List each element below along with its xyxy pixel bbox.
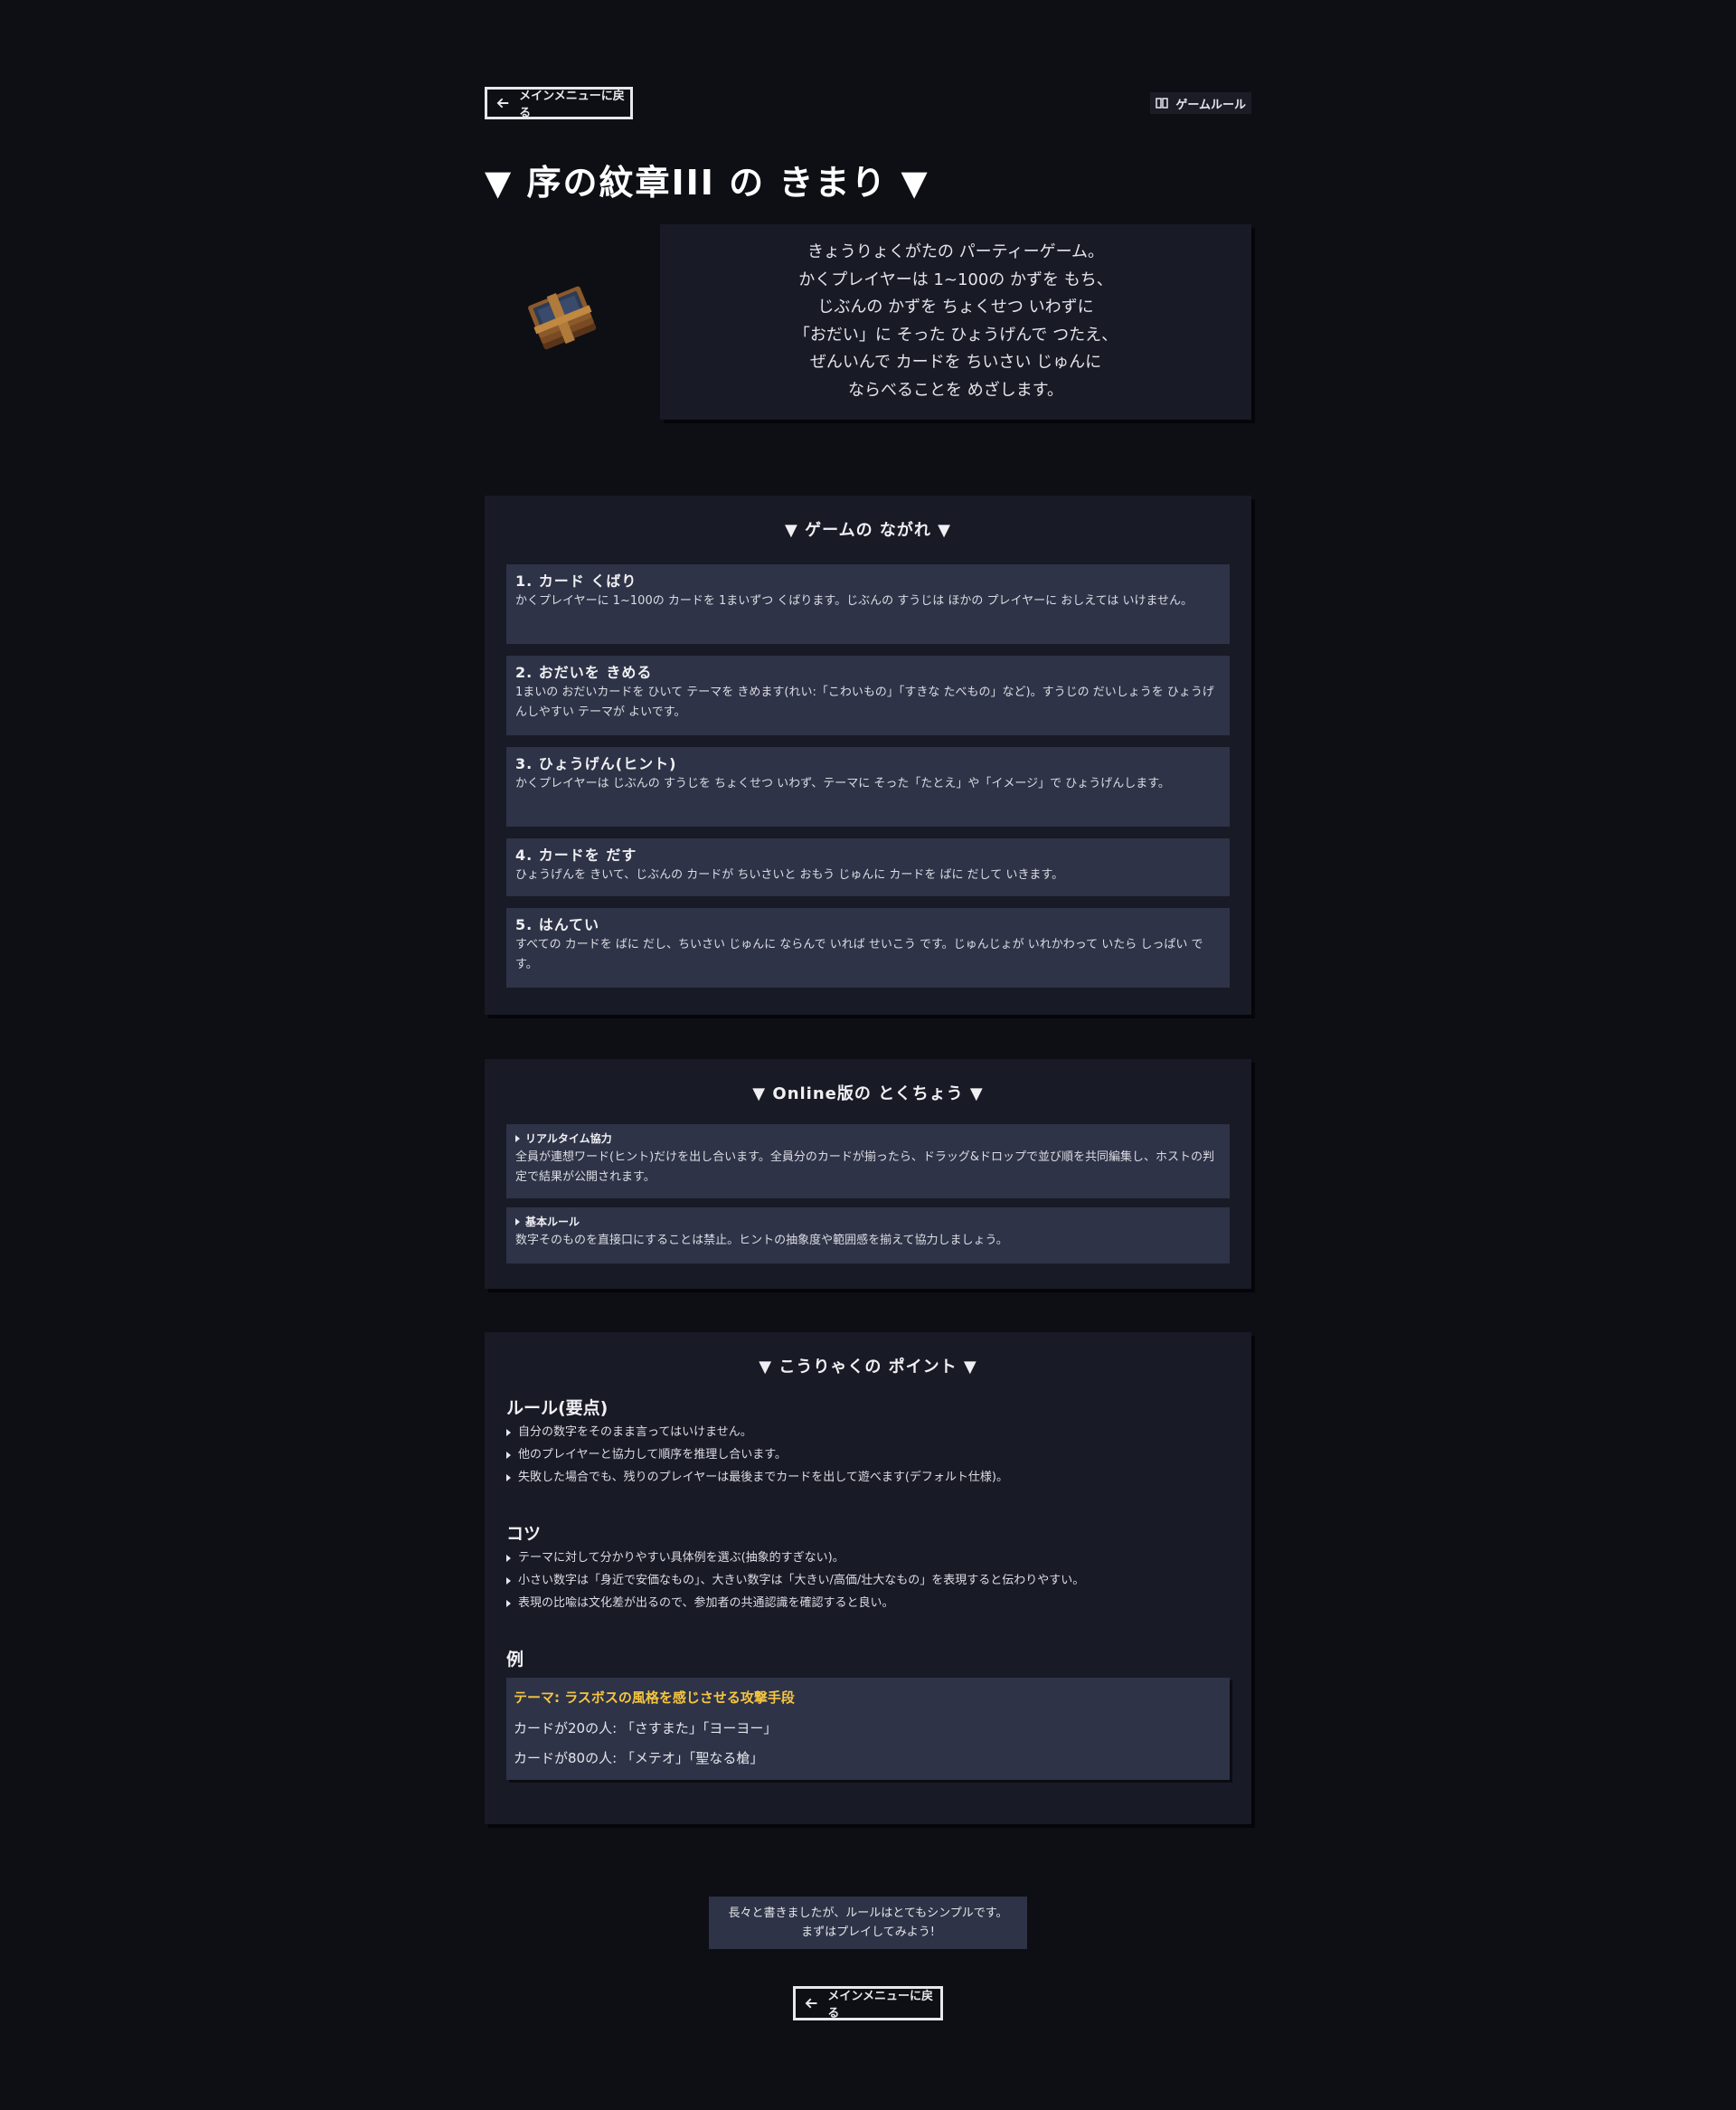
page-title: ▼ 序の紋章III の きまり ▼ xyxy=(485,163,929,203)
back-to-menu-label: メインメニューに戻る xyxy=(519,90,625,120)
game-rules-label: ゲームルール xyxy=(1175,98,1246,112)
back-to-menu-button-bottom[interactable]: メインメニューに戻る xyxy=(793,1986,943,2020)
step-card: 3. ひょうげん(ヒント) かくプレイヤーは じぶんの すうじを ちょくせつ い… xyxy=(506,747,1230,827)
feature-card: リアルタイム協力 全員が連想ワード(ヒント)だけを出し合います。全員分のカードが… xyxy=(506,1124,1230,1198)
top-bar: メインメニューに戻る ゲームルール xyxy=(485,87,1251,123)
intro-description: きょうりょくがたの パーティーゲーム。 かくプレイヤーは 1~100の かずを … xyxy=(660,224,1251,420)
step-title: 5. はんてい xyxy=(515,916,599,933)
back-to-menu-button[interactable]: メインメニューに戻る xyxy=(485,87,633,120)
step-card: 2. おだいを きめる 1まいの おだいカードを ひいて テーマを きめます(れ… xyxy=(506,656,1230,735)
bullet-icon xyxy=(506,1554,511,1562)
example-heading: 例 xyxy=(506,1650,524,1670)
step-card: 4. カードを だす ひょうげんを きいて、じぶんの カードが ちいさいと おも… xyxy=(506,838,1230,896)
example-line: カードが80の人: 「メテオ」「聖なる槍」 xyxy=(514,1750,764,1766)
page-content: メインメニューに戻る ゲームルール ▼ 序の紋章III の きまり ▼ きょうり… xyxy=(485,87,1251,420)
section-title: ▼ こうりゃくの ポイント ▼ xyxy=(759,1358,977,1377)
triangle-icon xyxy=(515,1135,520,1142)
step-desc: かくプレイヤーに 1~100の カードを 1まいずつ くばります。じぶんの すう… xyxy=(515,594,1194,608)
triangle-icon xyxy=(515,1218,520,1225)
step-title: 1. カード くばり xyxy=(515,572,637,590)
list-item: 失敗した場合でも、残りのプレイヤーは最後までカードを出して遊べます(デフォルト仕… xyxy=(506,1466,1230,1489)
list-item-text: 小さい数字は「身近で安価なもの」、大きい数字は「大きい/高価/壮大なもの」を表現… xyxy=(518,1574,1085,1587)
feature-desc: 数字そのものを直接口にすることは禁止。ヒントの抽象度や範囲感を揃えて協力しましょ… xyxy=(515,1234,1008,1247)
feature-title: 基本ルール xyxy=(515,1213,1221,1231)
intro-line: じぶんの かずを ちょくせつ いわずに xyxy=(817,298,1094,317)
feature-desc: 全員が連想ワード(ヒント)だけを出し合います。全員分のカードが揃ったら、ドラッグ… xyxy=(515,1150,1214,1184)
bullet-icon xyxy=(506,1428,511,1436)
kotsu-heading: コツ xyxy=(506,1524,542,1544)
step-title: 3. ひょうげん(ヒント) xyxy=(515,755,677,772)
list-item-text: 他のプレイヤーと協力して順序を推理し合います。 xyxy=(518,1448,787,1462)
bullet-icon xyxy=(506,1451,511,1459)
feature-title: リアルタイム協力 xyxy=(515,1130,1221,1148)
bullet-icon xyxy=(506,1473,511,1481)
game-flow-section: ▼ ゲームの ながれ ▼ 1. カード くばり かくプレイヤーに 1~100の … xyxy=(485,496,1251,1015)
step-desc: すべての カードを ばに だし、ちいさい じゅんに ならんで いれば せいこう … xyxy=(515,938,1203,971)
example-theme: テーマ: ラスボスの風格を感じさせる攻撃手段 xyxy=(514,1689,795,1706)
closing-line: まずはプレイしてみよう! xyxy=(801,1925,935,1939)
list-item: 自分の数字をそのまま言ってはいけません。 xyxy=(506,1421,1230,1443)
list-item: テーマに対して分かりやすい具体例を選ぶ(抽象的すぎない)。 xyxy=(506,1547,1230,1569)
intro-line: ならべることを めざします。 xyxy=(848,380,1063,400)
list-item: 表現の比喩は文化差が出るので、参加者の共通認識を確認すると良い。 xyxy=(506,1592,1230,1614)
book-icon xyxy=(1156,98,1169,109)
section-title: ▼ ゲームの ながれ ▼ xyxy=(785,521,951,540)
arrow-left-icon xyxy=(805,1998,817,2009)
intro-section: きょうりょくがたの パーティーゲーム。 かくプレイヤーは 1~100の かずを … xyxy=(485,224,1251,420)
step-card: 1. カード くばり かくプレイヤーに 1~100の カードを 1まいずつ くば… xyxy=(506,564,1230,644)
step-title: 4. カードを だす xyxy=(515,847,637,864)
intro-line: 「おだい」に そった ひょうげんで つたえ、 xyxy=(793,325,1118,345)
tips-section: ▼ こうりゃくの ポイント ▼ ルール(要点) 自分の数字をそのまま言ってはいけ… xyxy=(485,1332,1251,1824)
example-line: カードが20の人: 「さすまた」「ヨーヨー」 xyxy=(514,1719,778,1736)
section-title: ▼ Online版の とくちょう ▼ xyxy=(752,1084,984,1103)
feature-title-text: 基本ルール xyxy=(525,1216,580,1228)
list-item-text: 自分の数字をそのまま言ってはいけません。 xyxy=(518,1425,752,1439)
game-rules-link[interactable]: ゲームルール xyxy=(1150,92,1251,114)
list-item-text: テーマに対して分かりやすい具体例を選ぶ(抽象的すぎない)。 xyxy=(518,1551,844,1565)
feature-card: 基本ルール 数字そのものを直接口にすることは禁止。ヒントの抽象度や範囲感を揃えて… xyxy=(506,1207,1230,1263)
back-to-menu-label: メインメニューに戻る xyxy=(827,1990,933,2020)
step-desc: 1まいの おだいカードを ひいて テーマを きめます(れい:「こわいもの」「すき… xyxy=(515,686,1214,719)
intro-line: ぜんいんで カードを ちいさい じゅんに xyxy=(809,353,1102,372)
card-deck-icon xyxy=(528,286,597,350)
list-item-text: 失敗した場合でも、残りのプレイヤーは最後までカードを出して遊べます(デフォルト仕… xyxy=(518,1471,1008,1484)
intro-line: きょうりょくがたの パーティーゲーム。 xyxy=(807,242,1105,261)
example-box: テーマ: ラスボスの風格を感じさせる攻撃手段 カードが20の人: 「さすまた」「… xyxy=(506,1678,1230,1780)
arrow-left-icon xyxy=(496,98,509,109)
list-item: 他のプレイヤーと協力して順序を推理し合います。 xyxy=(506,1443,1230,1466)
rules-heading: ルール(要点) xyxy=(506,1398,609,1418)
step-title: 2. おだいを きめる xyxy=(515,664,653,681)
closing-line: 長々と書きましたが、ルールはとてもシンプルです。 xyxy=(728,1907,1008,1920)
list-item-text: 表現の比喩は文化差が出るので、参加者の共通認識を確認すると良い。 xyxy=(518,1596,894,1610)
list-item: 小さい数字は「身近で安価なもの」、大きい数字は「大きい/高価/壮大なもの」を表現… xyxy=(506,1569,1230,1592)
online-features-section: ▼ Online版の とくちょう ▼ リアルタイム協力 全員が連想ワード(ヒント… xyxy=(485,1059,1251,1289)
feature-title-text: リアルタイム協力 xyxy=(525,1132,612,1145)
closing-message: 長々と書きましたが、ルールはとてもシンプルです。 まずはプレイしてみよう! xyxy=(709,1897,1027,1949)
step-card: 5. はんてい すべての カードを ばに だし、ちいさい じゅんに ならんで い… xyxy=(506,908,1230,988)
bullet-icon xyxy=(506,1599,511,1607)
intro-line: かくプレイヤーは 1~100の かずを もち、 xyxy=(798,270,1113,289)
step-desc: ひょうげんを きいて、じぶんの カードが ちいさいと おもう じゅんに カードを… xyxy=(515,868,1064,882)
bullet-icon xyxy=(506,1576,511,1585)
step-desc: かくプレイヤーは じぶんの すうじを ちょくせつ いわず、テーマに そった「たと… xyxy=(515,777,1170,790)
